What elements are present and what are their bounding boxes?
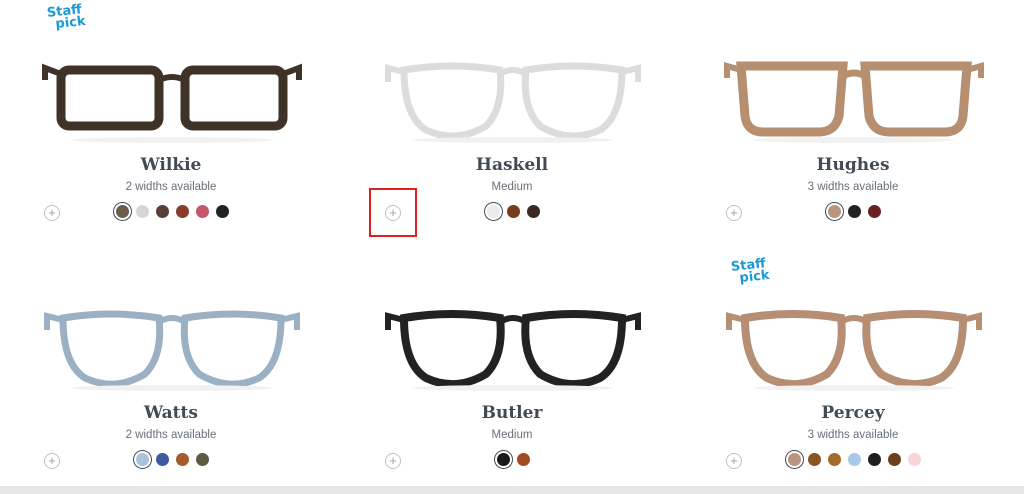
product-name[interactable]: Butler <box>342 403 682 423</box>
color-swatch[interactable] <box>847 205 861 218</box>
product-width-info: 3 widths available <box>807 181 899 193</box>
badge-line-2: pick <box>54 13 87 32</box>
color-swatch[interactable] <box>135 453 149 466</box>
color-swatch[interactable] <box>847 453 861 466</box>
product-width-info: Medium <box>491 429 533 441</box>
color-swatch[interactable] <box>215 205 229 218</box>
product-name[interactable]: Percey <box>683 403 1023 423</box>
badge-line-2: pick <box>738 267 771 286</box>
color-swatches <box>1 453 341 466</box>
color-swatches <box>683 453 1023 466</box>
highlight-box <box>369 188 417 237</box>
product-card[interactable]: Butler Medium + <box>342 248 682 493</box>
product-width-info: 3 widths available <box>807 429 899 441</box>
color-swatch[interactable] <box>867 453 881 466</box>
color-swatch[interactable] <box>175 453 189 466</box>
color-swatch[interactable] <box>195 453 209 466</box>
color-swatch[interactable] <box>195 205 209 218</box>
color-swatch[interactable] <box>787 453 801 466</box>
glasses-image[interactable] <box>723 296 985 392</box>
color-swatch[interactable] <box>175 205 189 218</box>
product-card[interactable]: Staff pick Wilkie 2 widths available + <box>1 0 341 245</box>
glasses-image[interactable] <box>723 48 985 144</box>
color-swatch[interactable] <box>155 205 169 218</box>
color-swatches <box>1 205 341 218</box>
glasses-image[interactable] <box>382 48 644 144</box>
color-swatch[interactable] <box>155 453 169 466</box>
color-swatch[interactable] <box>506 205 520 218</box>
product-width-info: 2 widths available <box>125 429 217 441</box>
color-swatch[interactable] <box>827 453 841 466</box>
color-swatch[interactable] <box>516 453 530 466</box>
color-swatch[interactable] <box>135 205 149 218</box>
product-card[interactable]: Hughes 3 widths available + <box>683 0 1023 245</box>
glasses-image[interactable] <box>41 48 303 144</box>
color-swatch[interactable] <box>115 205 129 218</box>
glasses-image[interactable] <box>382 296 644 392</box>
product-name[interactable]: Hughes <box>683 155 1023 175</box>
glasses-image[interactable] <box>41 296 303 392</box>
color-swatch[interactable] <box>496 453 510 466</box>
product-name[interactable]: Watts <box>1 403 341 423</box>
color-swatch[interactable] <box>867 205 881 218</box>
product-width-info: 2 widths available <box>125 181 217 193</box>
color-swatches <box>683 205 1023 218</box>
staff-pick-badge: Staff pick <box>718 256 780 287</box>
page-bottom-edge <box>0 486 1024 494</box>
color-swatch[interactable] <box>827 205 841 218</box>
product-name[interactable]: Wilkie <box>1 155 341 175</box>
product-name[interactable]: Haskell <box>342 155 682 175</box>
color-swatch[interactable] <box>486 205 500 218</box>
color-swatch[interactable] <box>887 453 901 466</box>
staff-pick-badge: Staff pick <box>34 2 96 33</box>
product-card[interactable]: Staff pick Percey 3 widths available + <box>683 248 1023 493</box>
color-swatch[interactable] <box>907 453 921 466</box>
color-swatch[interactable] <box>526 205 540 218</box>
color-swatches <box>342 453 682 466</box>
color-swatch[interactable] <box>807 453 821 466</box>
product-card[interactable]: Watts 2 widths available + <box>1 248 341 493</box>
